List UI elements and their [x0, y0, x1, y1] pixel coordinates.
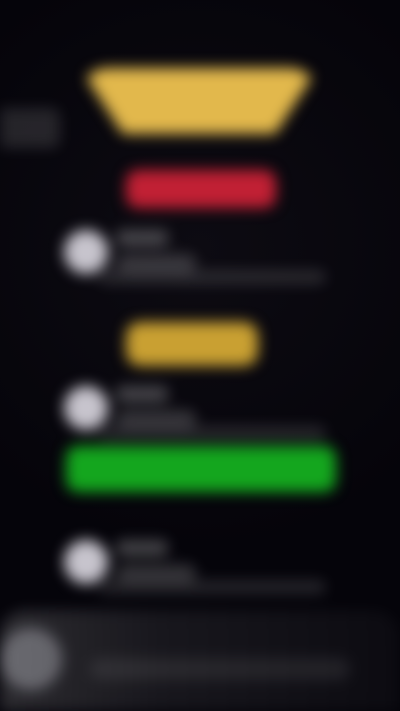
item-title-placeholder	[116, 386, 168, 402]
gold-action-shape	[126, 322, 258, 366]
bottom-card[interactable]	[0, 610, 400, 711]
left-edge-highlight	[0, 108, 60, 148]
gold-header-shape	[80, 68, 318, 134]
red-highlight-bar	[126, 170, 276, 208]
bottom-text-placeholder	[90, 658, 350, 680]
item-title-placeholder	[116, 230, 168, 246]
avatar-icon	[64, 386, 108, 430]
item-content-placeholder	[98, 580, 326, 594]
avatar-icon	[64, 540, 108, 584]
green-highlight-bar	[66, 446, 336, 492]
blurred-screen	[0, 0, 400, 711]
avatar-icon	[64, 230, 108, 274]
avatar-icon	[0, 628, 62, 690]
item-title-placeholder	[116, 540, 168, 556]
list-item[interactable]	[58, 536, 338, 602]
item-content-placeholder	[98, 270, 326, 284]
list-item[interactable]	[58, 382, 338, 448]
list-item[interactable]	[58, 226, 338, 292]
item-content-placeholder	[98, 426, 326, 440]
